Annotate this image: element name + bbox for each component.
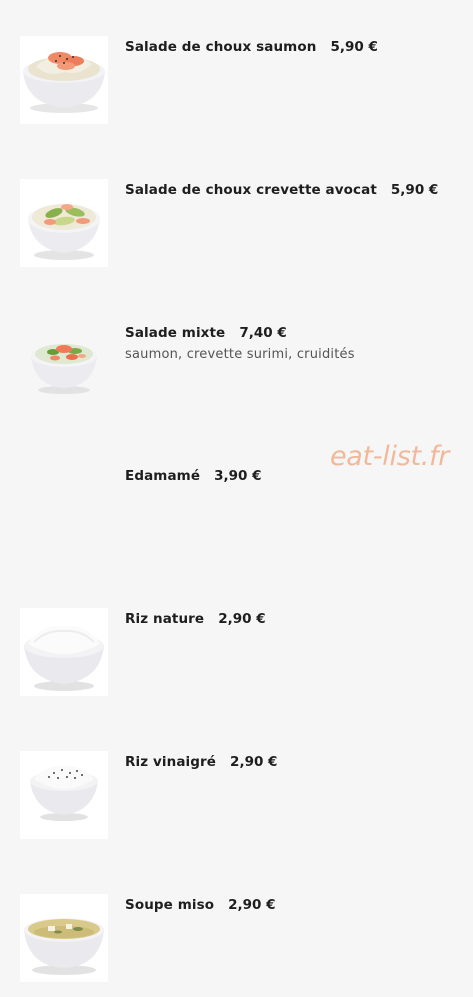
item-name: Edamamé	[125, 468, 201, 484]
food-photo	[20, 179, 108, 267]
food-photo	[20, 894, 108, 982]
item-name: Soupe miso	[125, 897, 215, 913]
food-photo	[20, 36, 108, 124]
item-price: 3,90 €	[214, 468, 262, 484]
item-price: 5,90 €	[390, 182, 439, 198]
item-description: saumon, crevette surimi, cruidités	[125, 347, 355, 362]
food-photo	[20, 751, 108, 839]
item-price: 2,90 €	[218, 611, 266, 627]
watermark: eat-list.fr	[330, 441, 450, 472]
food-photo	[20, 608, 108, 696]
item-price: 2,90 €	[230, 754, 278, 770]
item-name: Riz nature	[125, 611, 205, 627]
item-name: Salade de choux crevette avocat	[125, 182, 377, 198]
item-name: Riz vinaigré	[125, 754, 217, 770]
item-name: Salade de choux saumon	[125, 39, 317, 55]
food-photo	[20, 322, 108, 410]
item-name: Salade mixte	[125, 325, 226, 341]
item-price: 5,90 €	[330, 39, 378, 55]
item-price: 2,90 €	[228, 897, 276, 913]
item-price: 7,40 €	[239, 325, 287, 341]
